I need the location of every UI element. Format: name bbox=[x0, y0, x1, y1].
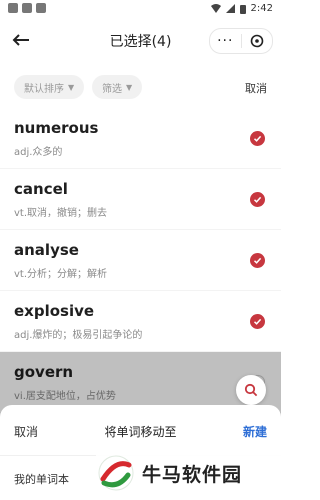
word-definition: vt.取消，撤销；删去 bbox=[14, 208, 108, 219]
clock: 2:42 bbox=[250, 3, 273, 14]
list-item[interactable]: cancel vt.取消，撤销；删去 bbox=[0, 169, 281, 230]
watermark-logo-icon bbox=[98, 455, 134, 491]
checkbox-checked-icon[interactable] bbox=[250, 131, 265, 146]
watermark: 牛马软件园 bbox=[96, 446, 281, 500]
battery-icon bbox=[239, 4, 246, 14]
chevron-down-icon: ▼ bbox=[68, 82, 75, 92]
word-text: cancel bbox=[14, 180, 68, 198]
list-item[interactable]: explosive adj.爆炸的；极易引起争论的 bbox=[0, 291, 281, 352]
sort-label: 默认排序 bbox=[24, 83, 64, 95]
close-button[interactable] bbox=[242, 34, 273, 48]
word-text: numerous bbox=[14, 119, 99, 137]
filter-bar: 默认排序 ▼ 筛选 ▼ 取消 bbox=[0, 75, 281, 101]
checkbox-checked-icon[interactable] bbox=[250, 253, 265, 268]
filter-label: 筛选 bbox=[102, 83, 122, 95]
settings-status-icon bbox=[8, 3, 18, 13]
word-text: explosive bbox=[14, 302, 95, 320]
search-icon bbox=[244, 383, 258, 397]
signal-icon bbox=[225, 4, 235, 13]
search-fab-button[interactable] bbox=[236, 375, 266, 405]
cancel-selection-button[interactable]: 取消 bbox=[245, 80, 267, 96]
new-notebook-button[interactable]: 新建 bbox=[243, 423, 267, 440]
status-bar: 2:42 bbox=[0, 0, 281, 20]
more-button[interactable]: ··· bbox=[210, 33, 241, 49]
header-bar: 已选择(4) ··· bbox=[0, 22, 281, 58]
close-circle-icon bbox=[250, 34, 264, 48]
gallery-status-icon bbox=[22, 3, 32, 13]
sheet-title: 将单词移动至 bbox=[104, 425, 177, 439]
sort-dropdown[interactable]: 默认排序 ▼ bbox=[14, 75, 85, 99]
status-icons-left bbox=[8, 3, 46, 13]
notebook-option-my-wordbook[interactable]: 我的单词本 bbox=[14, 471, 69, 487]
wifi-icon bbox=[210, 4, 221, 13]
notification-status-icon bbox=[36, 3, 46, 13]
word-definition: vt.分析；分解；解析 bbox=[14, 269, 108, 280]
word-definition: adj.众多的 bbox=[14, 147, 63, 158]
status-icons-right: 2:42 bbox=[210, 3, 273, 14]
checkbox-checked-icon[interactable] bbox=[250, 314, 265, 329]
list-item[interactable]: numerous adj.众多的 bbox=[0, 108, 281, 169]
filter-dropdown[interactable]: 筛选 ▼ bbox=[92, 75, 143, 99]
watermark-text: 牛马软件园 bbox=[142, 463, 243, 486]
list-item[interactable]: analyse vt.分析；分解；解析 bbox=[0, 230, 281, 291]
mini-program-capsule: ··· bbox=[209, 28, 273, 54]
checkbox-checked-icon[interactable] bbox=[250, 192, 265, 207]
chevron-down-icon: ▼ bbox=[126, 82, 133, 92]
word-text: analyse bbox=[14, 241, 79, 259]
word-definition: adj.爆炸的；极易引起争论的 bbox=[14, 330, 143, 341]
